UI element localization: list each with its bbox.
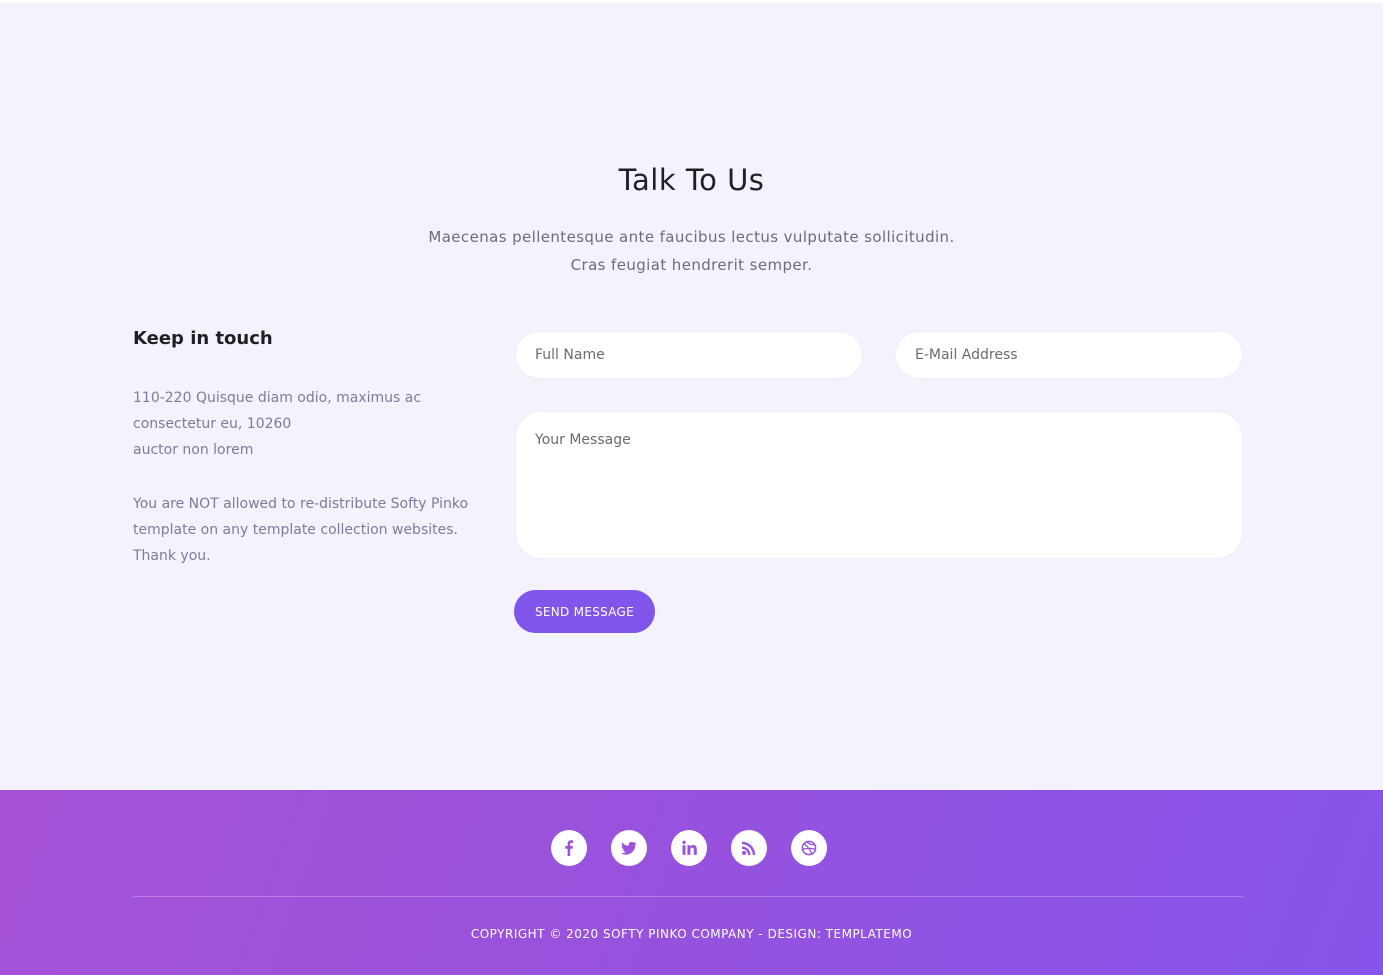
twitter-icon	[621, 841, 637, 855]
address-line-3: auctor non lorem	[133, 442, 254, 458]
social-links	[551, 830, 827, 866]
message-textarea[interactable]	[515, 411, 1243, 559]
contact-section: Talk To Us Maecenas pellentesque ante fa…	[0, 3, 1383, 790]
section-subtitle: Maecenas pellentesque ante faucibus lect…	[0, 223, 1383, 279]
facebook-icon	[565, 840, 573, 856]
linkedin-icon	[682, 840, 697, 855]
full-name-input[interactable]	[515, 331, 863, 379]
address-line-2: consectetur eu, 10260	[133, 416, 292, 432]
footer-divider	[133, 896, 1243, 897]
twitter-link[interactable]	[611, 830, 647, 866]
subtitle-line-1: Maecenas pellentesque ante faucibus lect…	[428, 228, 955, 246]
dribbble-link[interactable]	[791, 830, 827, 866]
section-title: Talk To Us	[618, 163, 765, 197]
rss-link[interactable]	[731, 830, 767, 866]
address: 110-220 Quisque diam odio, maximus ac co…	[133, 385, 463, 463]
notice-text: You are NOT allowed to re-distribute Sof…	[133, 496, 469, 564]
keep-in-touch-heading: Keep in touch	[133, 328, 273, 349]
linkedin-link[interactable]	[671, 830, 707, 866]
subtitle-line-2: Cras feugiat hendrerit semper.	[570, 256, 813, 274]
send-message-button[interactable]: SEND MESSAGE	[514, 590, 655, 633]
copyright-text: COPYRIGHT © 2020 SOFTY PINKO COMPANY - D…	[470, 927, 913, 941]
footer: COPYRIGHT © 2020 SOFTY PINKO COMPANY - D…	[0, 790, 1383, 975]
email-input[interactable]	[895, 331, 1243, 379]
address-line-1: 110-220 Quisque diam odio, maximus ac	[133, 390, 422, 406]
dribbble-icon	[801, 840, 817, 856]
facebook-link[interactable]	[551, 830, 587, 866]
rss-icon	[742, 841, 756, 855]
